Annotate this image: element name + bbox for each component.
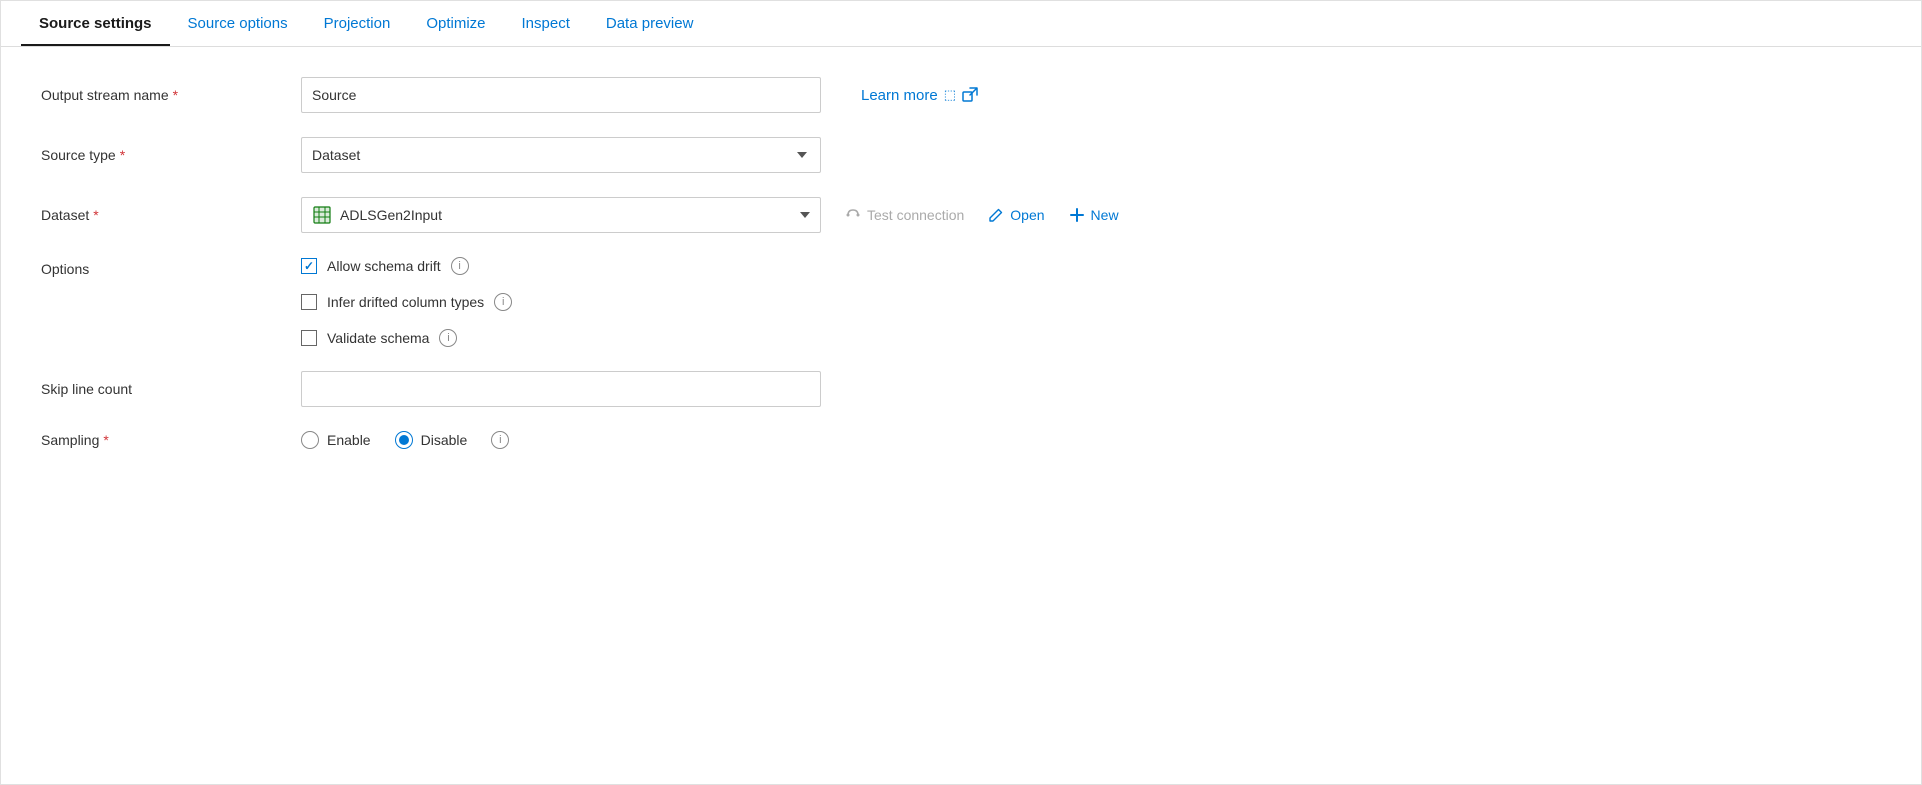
source-type-select-wrapper: Dataset Inline: [301, 137, 821, 173]
required-star-dataset: *: [93, 207, 98, 223]
external-icon-svg: [962, 87, 978, 103]
source-type-row: Source type* Dataset Inline: [41, 137, 1881, 173]
options-control: Allow schema drift i Infer drifted colum…: [301, 257, 1881, 347]
source-type-control: Dataset Inline: [301, 137, 1881, 173]
skip-line-count-row: Skip line count: [41, 371, 1881, 407]
info-icon-validate-schema[interactable]: i: [439, 329, 457, 347]
skip-line-count-label: Skip line count: [41, 381, 301, 397]
radio-enable-label: Enable: [327, 432, 371, 448]
new-button[interactable]: New: [1069, 207, 1119, 223]
output-stream-label: Output stream name*: [41, 87, 301, 103]
form-content: Output stream name* Learn more ⬚: [1, 47, 1921, 503]
option-allow-schema-drift: Allow schema drift i: [301, 257, 512, 275]
source-type-select[interactable]: Dataset Inline: [301, 137, 821, 173]
sampling-label: Sampling*: [41, 432, 301, 448]
open-button[interactable]: Open: [988, 207, 1044, 223]
checkbox-validate-schema[interactable]: [301, 330, 317, 346]
sampling-disable-option[interactable]: Disable: [395, 431, 468, 449]
checkbox-infer-drifted[interactable]: [301, 294, 317, 310]
output-stream-row: Output stream name* Learn more ⬚: [41, 77, 1881, 113]
output-stream-input[interactable]: [301, 77, 821, 113]
tab-optimize[interactable]: Optimize: [408, 1, 503, 46]
dataset-chevron-icon: [800, 212, 810, 218]
dataset-value-label: ADLSGen2Input: [340, 207, 800, 223]
test-connection-button[interactable]: Test connection: [845, 207, 964, 223]
radio-disable-outer: [395, 431, 413, 449]
plus-icon: [1069, 207, 1085, 223]
required-star-sampling: *: [103, 432, 108, 448]
dataset-label: Dataset*: [41, 207, 301, 223]
test-connection-icon: [845, 207, 861, 223]
learn-more-link[interactable]: Learn more ⬚: [861, 87, 978, 104]
external-link-icon: ⬚: [944, 87, 956, 103]
tab-inspect[interactable]: Inspect: [504, 1, 588, 46]
option-label-allow-schema-drift: Allow schema drift: [327, 258, 441, 274]
options-label: Options: [41, 257, 301, 277]
checkbox-allow-schema-drift[interactable]: [301, 258, 317, 274]
dataset-icon-svg: [312, 205, 332, 225]
tab-source-options[interactable]: Source options: [170, 1, 306, 46]
info-icon-allow-schema-drift[interactable]: i: [451, 257, 469, 275]
option-validate-schema: Validate schema i: [301, 329, 512, 347]
dataset-actions: Test connection Open New: [845, 207, 1119, 223]
radio-disable-inner: [399, 435, 409, 445]
dataset-row: Dataset* ADLSGen2Input: [41, 197, 1881, 233]
dataset-dropdown[interactable]: ADLSGen2Input: [301, 197, 821, 233]
dataset-control: ADLSGen2Input Test connection: [301, 197, 1881, 233]
skip-line-count-control: [301, 371, 1881, 407]
required-star-output: *: [173, 87, 178, 103]
options-row: Options Allow schema drift i Infer drift…: [41, 257, 1881, 347]
output-stream-control: Learn more ⬚: [301, 77, 1881, 113]
options-list: Allow schema drift i Infer drifted colum…: [301, 257, 512, 347]
main-container: Source settings Source options Projectio…: [0, 0, 1922, 785]
required-star-source: *: [120, 147, 125, 163]
edit-icon: [988, 207, 1004, 223]
option-label-infer-drifted: Infer drifted column types: [327, 294, 484, 310]
radio-enable-outer: [301, 431, 319, 449]
info-icon-infer-drifted[interactable]: i: [494, 293, 512, 311]
skip-line-count-input[interactable]: [301, 371, 821, 407]
sampling-radio-group: Enable Disable i: [301, 431, 509, 449]
tab-source-settings[interactable]: Source settings: [21, 1, 170, 46]
tab-data-preview[interactable]: Data preview: [588, 1, 712, 46]
tab-bar: Source settings Source options Projectio…: [1, 1, 1921, 47]
option-infer-drifted: Infer drifted column types i: [301, 293, 512, 311]
option-label-validate-schema: Validate schema: [327, 330, 429, 346]
sampling-row: Sampling* Enable Disable: [41, 431, 1881, 449]
source-type-label: Source type*: [41, 147, 301, 163]
tab-projection[interactable]: Projection: [306, 1, 409, 46]
sampling-control: Enable Disable i: [301, 431, 1881, 449]
sampling-enable-option[interactable]: Enable: [301, 431, 371, 449]
radio-disable-label: Disable: [421, 432, 468, 448]
info-icon-sampling[interactable]: i: [491, 431, 509, 449]
